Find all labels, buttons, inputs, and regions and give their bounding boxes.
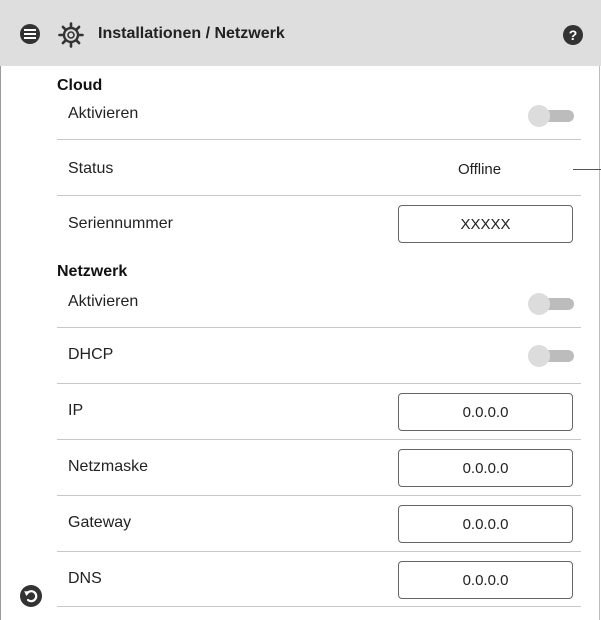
back-arrow-glyph xyxy=(24,590,38,603)
cloud-section-title: Cloud xyxy=(57,77,103,94)
network-activate-toggle[interactable] xyxy=(528,293,574,315)
cloud-activate-toggle[interactable] xyxy=(528,105,574,127)
divider xyxy=(57,327,581,328)
serial-number-field[interactable] xyxy=(398,205,573,243)
divider xyxy=(57,606,581,607)
network-section-title: Netzwerk xyxy=(57,263,128,280)
toggle-knob xyxy=(528,293,550,315)
netmask-label: Netzmaske xyxy=(68,458,149,475)
page-title: Installationen / Netzwerk xyxy=(98,25,285,42)
dns-label: DNS xyxy=(68,570,102,587)
netmask-field[interactable] xyxy=(398,449,573,487)
question-circle-icon[interactable]: ? xyxy=(563,25,583,45)
gear-icon xyxy=(58,22,84,48)
dhcp-label: DHCP xyxy=(68,346,114,363)
divider xyxy=(57,383,581,384)
toggle-knob xyxy=(528,345,550,367)
divider xyxy=(57,551,581,552)
cloud-status-value: Offline xyxy=(458,161,502,178)
divider xyxy=(57,139,581,140)
toggle-knob xyxy=(528,105,550,127)
gateway-field[interactable] xyxy=(398,505,573,543)
divider xyxy=(57,439,581,440)
gateway-label: Gateway xyxy=(68,514,132,531)
network-activate-label: Aktivieren xyxy=(68,293,139,310)
cloud-status-label: Status xyxy=(68,160,114,177)
ip-label: IP xyxy=(68,402,84,419)
divider xyxy=(57,495,581,496)
ip-field[interactable] xyxy=(398,393,573,431)
status-dash xyxy=(573,169,601,170)
cloud-serial-label: Seriennummer xyxy=(68,215,173,232)
back-arrow-icon[interactable] xyxy=(20,585,42,607)
header-bar: Installationen / Netzwerk ? xyxy=(0,0,601,66)
hamburger-circle-icon[interactable] xyxy=(20,24,40,44)
cloud-activate-label: Aktivieren xyxy=(68,105,139,122)
dns-field[interactable] xyxy=(398,561,573,599)
divider xyxy=(57,195,581,196)
dhcp-toggle[interactable] xyxy=(528,345,574,367)
